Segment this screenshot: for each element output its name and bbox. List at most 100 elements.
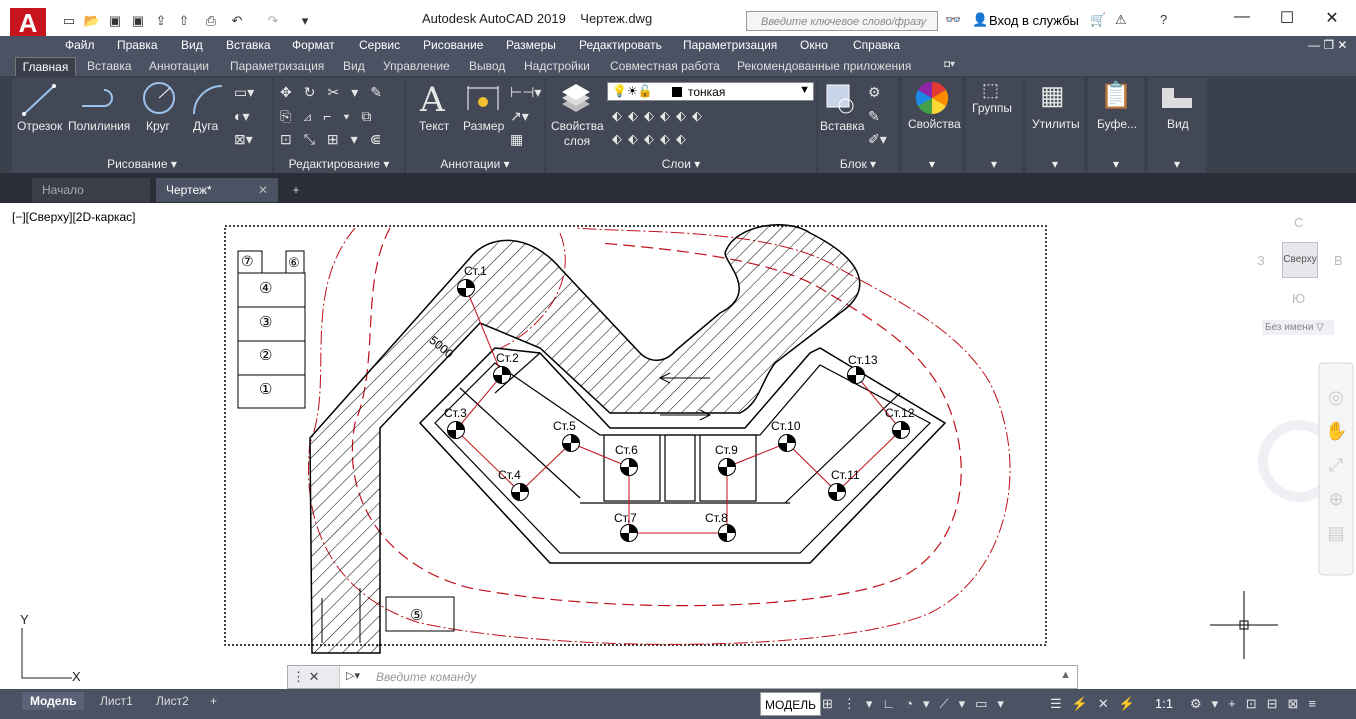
tab-manage[interactable]: Управление — [383, 59, 450, 73]
maximize-icon[interactable]: ☐ — [1265, 8, 1309, 28]
publish-icon[interactable]: ⇧ — [175, 12, 193, 30]
layer-properties-button[interactable]: Свойства слоя — [551, 119, 604, 149]
layout-tab-sheet1[interactable]: Лист1 — [92, 692, 141, 710]
status-toggles-3[interactable]: ⚙▾+⊡⊟⊠≡ — [1190, 696, 1326, 712]
nav-tools-icons[interactable]: ◎ ✋ ⤢ ⊕ ▤ — [1325, 380, 1347, 550]
tab-home[interactable]: Главная — [15, 57, 76, 77]
menu-file[interactable]: Файл — [65, 38, 95, 52]
move-rotate-icons[interactable]: ✥↻✂▾✎ — [280, 84, 400, 101]
tab-parametric[interactable]: Параметризация — [230, 59, 324, 73]
hatch-icon[interactable]: ◐▾ — [234, 108, 249, 125]
attribute-icon[interactable]: ✐▾ — [868, 131, 887, 148]
tab-collaborate[interactable]: Совместная работа — [610, 59, 720, 73]
menu-format[interactable]: Формат — [292, 38, 335, 52]
menu-insert[interactable]: Вставка — [226, 38, 271, 52]
viewcube-west[interactable]: З — [1257, 253, 1265, 268]
doc-window-controls[interactable]: — ❐ ✕ — [1308, 38, 1347, 52]
view-button[interactable]: Вид — [1167, 117, 1189, 131]
menu-parametric[interactable]: Параметризация — [683, 38, 777, 52]
undo-icon[interactable]: ↶ — [228, 12, 246, 30]
boundary-icon[interactable]: ⊠▾ — [234, 131, 253, 148]
viewcube-east[interactable]: В — [1334, 253, 1343, 268]
cart-icon[interactable]: 🛒 — [1090, 12, 1106, 28]
tab-start[interactable]: Начало — [32, 178, 150, 202]
properties-button[interactable]: Свойства — [908, 117, 961, 131]
tab-addins[interactable]: Надстройки — [524, 59, 590, 73]
insert-button[interactable]: Вставка — [820, 119, 865, 133]
leader-icon[interactable]: ↗▾ — [510, 108, 529, 125]
minimize-icon[interactable]: — — [1220, 8, 1264, 28]
line-button[interactable]: Отрезок — [17, 119, 62, 133]
polyline-button[interactable]: Полилиния — [68, 119, 130, 133]
menu-help[interactable]: Справка — [853, 38, 900, 52]
block-panel-label[interactable]: Блок ▾ — [818, 157, 898, 171]
utilities-expand-icon[interactable]: ▾ — [1026, 157, 1084, 171]
plot-icon[interactable]: ⎙ — [202, 12, 220, 30]
menu-view[interactable]: Вид — [181, 38, 203, 52]
status-toggles[interactable]: ⊞⋮▾∟◔▾⟋▾▭▾ — [822, 696, 1014, 712]
viewcube-top-face[interactable]: Сверху — [1282, 242, 1318, 278]
web-icon[interactable]: ⇪ — [152, 12, 170, 30]
menu-edit[interactable]: Правка — [117, 38, 158, 52]
properties-expand-icon[interactable]: ▾ — [902, 157, 962, 171]
model-space-button[interactable]: МОДЕЛЬ — [760, 692, 821, 716]
login-button[interactable]: Вход в службы — [989, 13, 1079, 28]
tab-output[interactable]: Вывод — [469, 59, 505, 73]
search-input[interactable]: Введите ключевое слово/фразу — [746, 11, 938, 31]
draw-panel-label[interactable]: Рисование ▾ — [12, 157, 272, 171]
menu-tools[interactable]: Сервис — [359, 38, 400, 52]
help-icon[interactable]: ? — [1160, 12, 1167, 27]
save-as-icon[interactable]: ▣ — [129, 12, 147, 30]
qat-dropdown-icon[interactable]: ▾ — [296, 12, 314, 30]
stretch-scale-icons[interactable]: ⊡⤡⊞▾⋐ — [280, 131, 400, 148]
viewcube-south[interactable]: Ю — [1292, 291, 1305, 306]
layer-dropdown[interactable]: 💡☀🔓 тонкая ▼ — [607, 82, 814, 101]
ribbon-toggle-icon[interactable]: ◘▾ — [944, 59, 955, 70]
command-line[interactable]: ⋮ ✕ 🔧 ▷▾ Введите команду ▲ — [287, 665, 1078, 706]
viewcube-north[interactable]: С — [1294, 215, 1303, 230]
table-icon[interactable]: ▦ — [510, 131, 523, 148]
create-block-icon[interactable]: ⚙ — [868, 84, 881, 101]
cmd-prompt-icon[interactable]: ▷▾ — [346, 669, 360, 682]
binoculars-icon[interactable]: 👓 — [945, 12, 961, 28]
add-layout-icon[interactable]: + — [202, 692, 225, 710]
groups-button[interactable]: Группы — [972, 101, 1012, 115]
layout-tab-sheet2[interactable]: Лист2 — [148, 692, 197, 710]
new-tab-icon[interactable]: + — [284, 178, 308, 202]
layout-tab-model[interactable]: Модель — [22, 692, 85, 710]
tab-featured-apps[interactable]: Рекомендованные приложения — [737, 59, 911, 73]
cmd-close-customize-icons[interactable]: ⋮ ✕ 🔧 — [288, 666, 340, 706]
menu-modify[interactable]: Редактировать — [579, 38, 662, 52]
copy-mirror-icons[interactable]: ⎘⊿⌐▾⧉ — [280, 108, 400, 125]
close-icon[interactable]: ✕ — [1310, 8, 1354, 28]
layers-panel-label[interactable]: Слои ▾ — [546, 157, 816, 171]
status-toggles-2[interactable]: ☰⚡✕⚡ — [1050, 696, 1145, 712]
tab-annotate[interactable]: Аннотации — [149, 59, 209, 73]
utilities-button[interactable]: Утилиты — [1032, 117, 1080, 131]
exchange-icon[interactable]: ⚠ — [1115, 12, 1127, 28]
clipboard-button[interactable]: Буфе... — [1097, 117, 1137, 131]
modify-panel-label[interactable]: Редактирование ▾ — [274, 157, 404, 171]
rectangle-icon[interactable]: ▭▾ — [234, 84, 254, 101]
dimension-button[interactable]: Размер — [463, 119, 504, 133]
ucs-dropdown[interactable]: Без имени ▽ — [1262, 320, 1334, 335]
arc-button[interactable]: Дуга — [193, 119, 218, 133]
groups-expand-icon[interactable]: ▾ — [966, 157, 1022, 171]
menu-window[interactable]: Окно — [800, 38, 828, 52]
edit-block-icon[interactable]: ✎ — [868, 108, 880, 125]
annotation-scale[interactable]: 1:1 — [1155, 696, 1173, 711]
menu-dimension[interactable]: Размеры — [506, 38, 556, 52]
save-icon[interactable]: ▣ — [106, 12, 124, 30]
new-icon[interactable]: ▭ — [60, 12, 78, 30]
app-menu-button[interactable]: A — [10, 8, 46, 38]
tab-view[interactable]: Вид — [343, 59, 365, 73]
cmd-history-icon[interactable]: ▲ — [1060, 669, 1071, 681]
view-expand-icon[interactable]: ▾ — [1148, 157, 1206, 171]
layer-tools-row2[interactable]: ⬖⬖⬖⬖⬖ — [612, 131, 692, 147]
open-icon[interactable]: 📂 — [83, 12, 101, 30]
tab-drawing[interactable]: Чертеж* ✕ — [156, 178, 278, 202]
user-icon[interactable]: 👤 — [972, 12, 988, 28]
clipboard-expand-icon[interactable]: ▾ — [1088, 157, 1144, 171]
close-tab-icon[interactable]: ✕ — [258, 178, 268, 202]
tab-insert[interactable]: Вставка — [87, 59, 132, 73]
